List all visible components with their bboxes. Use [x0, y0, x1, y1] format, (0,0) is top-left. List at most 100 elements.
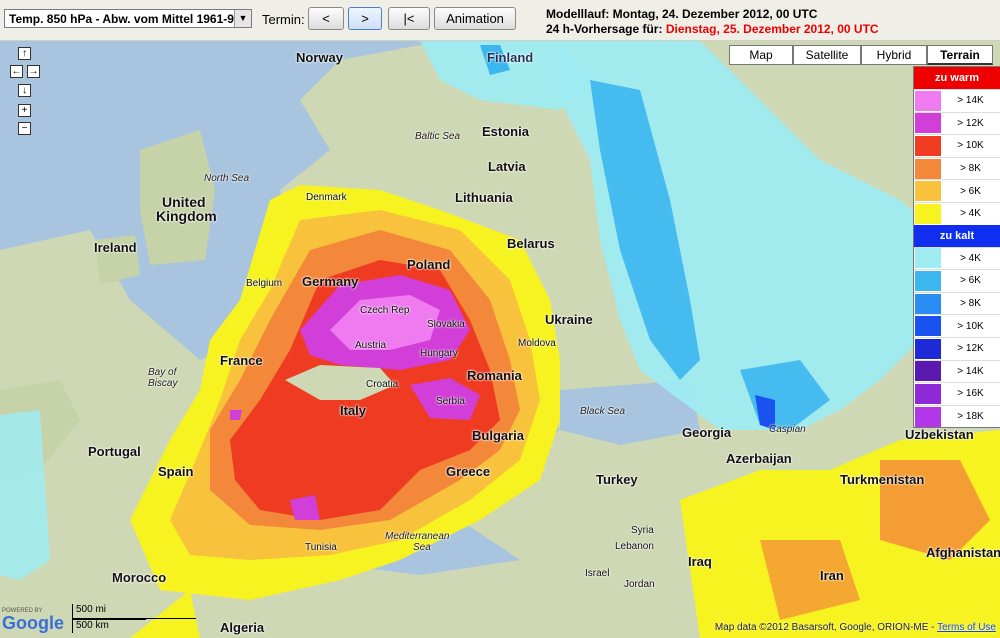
copyright-text: Map data ©2012 Basarsoft, Google, ORION-…: [714, 622, 938, 633]
legend-warm-swatch: [915, 181, 941, 202]
label-uzbekistan: Uzbekistan: [905, 427, 974, 442]
label-lithuania: Lithuania: [455, 190, 513, 205]
scale-km: 500 km: [72, 619, 146, 633]
label-denmark: Denmark: [306, 192, 347, 203]
legend-cold-label: > 6K: [960, 275, 981, 287]
label-estonia: Estonia: [482, 124, 529, 139]
pan-up-icon[interactable]: ↑: [18, 47, 31, 60]
animation-button[interactable]: Animation: [434, 7, 516, 30]
prev-button[interactable]: <: [308, 7, 344, 30]
google-wordmark: Google: [2, 613, 64, 633]
legend-warm-row: > 4K: [914, 201, 1000, 225]
label-france: France: [220, 353, 263, 368]
legend-warm-swatch: [915, 113, 941, 134]
legend-warm-label: > 4K: [960, 208, 981, 220]
maptype-hybrid[interactable]: Hybrid: [861, 45, 927, 65]
legend-cold-row: > 8K: [914, 291, 1000, 315]
legend-warm-label: > 10K: [957, 140, 984, 152]
label-ireland: Ireland: [94, 240, 137, 255]
legend-cold-row: > 4K: [914, 246, 1000, 270]
legend-cold-swatch: [915, 406, 941, 427]
maptype-map[interactable]: Map: [729, 45, 793, 65]
scale-mi: 500 mi: [72, 604, 196, 619]
label-black-sea: Black Sea: [580, 406, 626, 417]
label-azerbaijan: Azerbaijan: [726, 451, 792, 466]
label-portugal: Portugal: [88, 444, 141, 459]
legend-cold-label: > 4K: [960, 252, 981, 264]
legend-cold-swatch: [915, 270, 941, 291]
label-italy: Italy: [340, 403, 367, 418]
pan-right-icon[interactable]: →: [27, 65, 40, 78]
label-med-1: Mediterranean: [385, 531, 450, 542]
legend-cold-swatch: [915, 361, 941, 382]
legend-warm-swatch: [915, 158, 941, 179]
maptype-satellite[interactable]: Satellite: [793, 45, 861, 65]
legend-warm-row: > 10K: [914, 134, 1000, 157]
legend-cold-swatch: [915, 248, 941, 269]
legend-cold-row: > 14K: [914, 359, 1000, 383]
model-run-info: Modelllauf: Montag, 24. Dezember 2012, 0…: [546, 7, 879, 37]
legend-cold-header: zu kalt: [914, 224, 1000, 247]
legend-cold-label: > 18K: [957, 411, 984, 423]
legend-cold-label: > 14K: [957, 365, 984, 377]
label-algeria: Algeria: [220, 620, 265, 635]
pan-left-icon[interactable]: ←: [10, 65, 23, 78]
zoom-out-icon[interactable]: −: [18, 122, 31, 135]
legend-warm-header: zu warm: [914, 67, 1000, 89]
legend-warm-row: > 14K: [914, 89, 1000, 112]
label-israel: Israel: [585, 568, 610, 579]
legend-cold-rows: > 4K > 6K > 8K > 10K > 12K > 14K > 16K > 18K: [914, 246, 1000, 428]
forecast-line: 24 h-Vorhersage für: Dienstag, 25. Dezem…: [546, 22, 879, 37]
terms-link[interactable]: Terms of Use: [937, 622, 996, 633]
label-norway: Norway: [296, 50, 343, 65]
label-slovakia: Slovakia: [427, 319, 465, 330]
label-ukraine: Ukraine: [545, 312, 593, 327]
label-austria: Austria: [355, 340, 387, 351]
copyright: Map data ©2012 Basarsoft, Google, ORION-…: [715, 622, 996, 633]
label-belarus: Belarus: [507, 236, 555, 251]
label-moldova: Moldova: [518, 338, 556, 349]
maptype-terrain[interactable]: Terrain: [927, 45, 993, 65]
label-afghanistan: Afghanistan: [926, 545, 1000, 560]
legend-cold-swatch: [915, 293, 941, 314]
zoom-in-icon[interactable]: +: [18, 104, 31, 117]
label-med-2: Sea: [413, 542, 431, 553]
label-iraq: Iraq: [688, 554, 712, 569]
legend-warm-row: > 6K: [914, 179, 1000, 202]
label-georgia: Georgia: [682, 425, 732, 440]
chevron-down-icon[interactable]: ▼: [234, 10, 251, 27]
scale-bar: 500 mi 500 km: [72, 604, 196, 633]
legend-cold-swatch: [915, 383, 941, 404]
legend-warm-label: > 8K: [960, 163, 981, 175]
label-poland: Poland: [407, 257, 451, 272]
legend-cold-row: > 16K: [914, 382, 1000, 405]
label-bulgaria: Bulgaria: [472, 428, 525, 443]
next-button[interactable]: >: [348, 7, 382, 30]
label-jordan: Jordan: [624, 579, 655, 590]
label-lebanon: Lebanon: [615, 541, 654, 552]
legend-warm-swatch: [915, 135, 941, 156]
pan-down-icon[interactable]: ↓: [18, 84, 31, 97]
label-caspian: Caspian: [769, 424, 806, 435]
label-iran: Iran: [820, 568, 844, 583]
label-syria: Syria: [631, 525, 654, 536]
legend-cold-row: > 10K: [914, 314, 1000, 337]
legend-cold-row: > 18K: [914, 404, 1000, 428]
legend-warm-label: > 12K: [957, 117, 984, 129]
label-romania: Romania: [467, 368, 522, 383]
label-tunisia: Tunisia: [305, 542, 337, 553]
map-canvas[interactable]: Norway Finland Estonia Latvia Lithuania …: [0, 41, 1000, 638]
label-spain: Spain: [158, 464, 194, 479]
label-latvia: Latvia: [488, 159, 526, 174]
legend-cold-row: > 12K: [914, 336, 1000, 360]
variable-select[interactable]: Temp. 850 hPa - Abw. vom Mittel 1961-90 …: [4, 9, 252, 28]
termin-label: Termin:: [262, 12, 305, 27]
first-button[interactable]: |<: [388, 7, 430, 30]
legend-warm-row: > 8K: [914, 156, 1000, 180]
legend-warm-swatch: [915, 90, 941, 111]
legend-cold-row: > 6K: [914, 269, 1000, 292]
legend-cold-label: > 16K: [957, 388, 984, 400]
legend-cold-swatch: [915, 316, 941, 337]
label-turkmenistan: Turkmenistan: [840, 472, 925, 487]
label-serbia: Serbia: [436, 396, 465, 407]
